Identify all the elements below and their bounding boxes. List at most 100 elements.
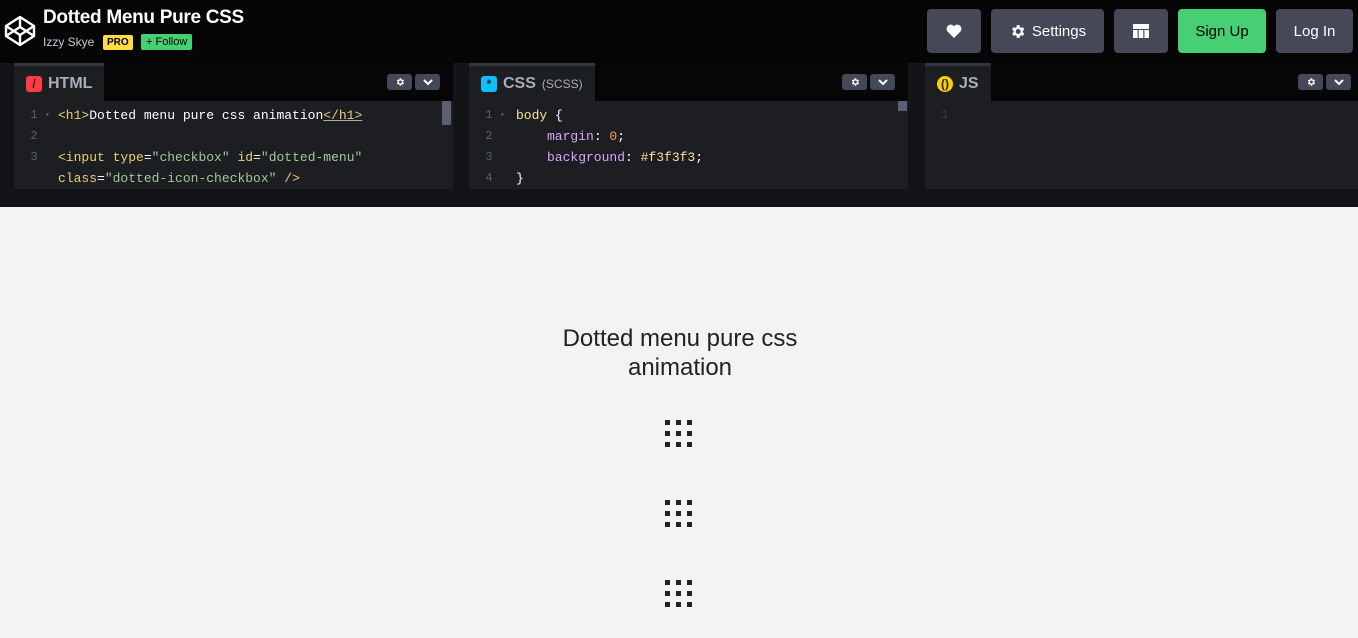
tab-html[interactable]: / HTML [14,63,105,101]
css-preprocessor-label: (SCSS) [541,76,583,91]
settings-gear-icon [851,78,859,86]
code-token: background [547,150,626,165]
top-header: Dotted Menu Pure CSS Izzy Skye PRO + Fol… [0,0,1358,63]
code-token: type [112,150,144,165]
html-editor-panel: / HTML 1 ▾ <h1>Dotted menu pure css anim… [14,63,453,189]
html-tab-label: HTML [48,74,93,92]
css-editor-panel: * CSS (SCSS) 1 ▾ body { 2 margin: 0; 3 b… [469,63,908,189]
chevron-down-icon [422,78,433,85]
chevron-down-icon [1333,78,1344,85]
change-view-button[interactable] [1114,9,1168,53]
code-line: <input type="checkbox" id="dotted-menu" [58,150,363,165]
fold-arrow-icon[interactable]: ▾ [500,105,505,126]
menu-dot [665,580,670,585]
like-button[interactable] [927,9,981,53]
menu-dot [687,522,692,527]
menu-dot [665,591,670,596]
code-token: class [58,171,98,186]
js-braces-icon: () [937,75,953,92]
settings-button[interactable]: Settings [991,9,1104,53]
html-scrollbar[interactable] [442,101,451,125]
menu-dot [687,431,692,436]
tab-js[interactable]: () JS [925,63,991,101]
js-collapse-button[interactable] [1326,74,1351,90]
settings-label: Settings [1031,22,1087,40]
css-settings-button[interactable] [842,74,867,90]
tab-css[interactable]: * CSS (SCSS) [469,63,595,101]
fold-arrow-icon[interactable]: ▾ [45,105,50,126]
code-token: id [237,150,254,165]
code-token: margin [547,129,594,144]
result-preview: Dotted menu pure css animation [0,207,1358,638]
layout-icon [1133,24,1149,38]
menu-dot [665,602,670,607]
menu-dot [665,500,670,505]
code-token: 0 [609,129,618,144]
dotted-menu-icon[interactable] [665,420,696,451]
code-token: "dotted-menu" [260,150,363,165]
css-collapse-button[interactable] [870,74,895,90]
code-line: margin: 0; [547,129,626,144]
menu-dot [676,500,681,505]
codepen-logo-icon[interactable] [4,15,36,47]
css-asterisk-icon: * [481,75,497,92]
line-number: 3 [30,150,38,164]
html-collapse-button[interactable] [415,74,440,90]
code-token: <input [58,150,113,165]
menu-dot [665,522,670,527]
gear-icon [1012,24,1025,38]
menu-dot [687,511,692,516]
menu-dot [687,580,692,585]
code-token: <h1> [58,108,90,123]
editor-area: / HTML 1 ▾ <h1>Dotted menu pure css anim… [0,63,1358,207]
follow-button[interactable]: + Follow [141,34,193,50]
code-token: { [547,108,563,123]
code-token: "checkbox" [151,150,230,165]
menu-dot [676,602,681,607]
line-number: 4 [485,171,493,185]
menu-dot [676,522,681,527]
pro-badge: PRO [103,35,133,50]
js-editor-panel: () JS 1 [925,63,1358,189]
menu-dot [687,591,692,596]
line-number: 2 [30,129,38,143]
menu-dot [676,431,681,436]
code-line: background: #f3f3f3; [547,150,704,165]
code-token: "dotted-icon-checkbox" [104,171,277,186]
menu-dot [676,420,681,425]
heart-icon [946,24,962,38]
line-number: 2 [485,129,493,143]
code-line: class="dotted-icon-checkbox" /> [58,171,300,186]
js-settings-button[interactable] [1298,74,1323,90]
line-number: 3 [485,150,493,164]
menu-dot [687,602,692,607]
code-token: body [516,108,548,123]
menu-dot [665,442,670,447]
menu-dot [676,591,681,596]
menu-dot [687,500,692,505]
settings-gear-icon [396,78,404,86]
code-token: /> [276,171,300,186]
menu-dot [687,420,692,425]
menu-dot [665,431,670,436]
pen-title[interactable]: Dotted Menu Pure CSS [43,7,244,29]
menu-dot [665,511,670,516]
dotted-menu-icon[interactable] [665,580,696,611]
code-token: </h1> [323,108,363,123]
menu-dot [676,511,681,516]
css-scrollbar[interactable] [898,101,907,111]
css-tab-label: CSS [503,74,536,92]
menu-dot [687,442,692,447]
author-name[interactable]: Izzy Skye [43,35,94,49]
log-in-button[interactable]: Log In [1276,9,1353,53]
follow-label: Follow [155,36,188,48]
html-settings-button[interactable] [387,74,412,90]
dotted-menu-icon[interactable] [665,500,696,531]
menu-dot [676,442,681,447]
menu-dot [665,420,670,425]
code-line: <h1>Dotted menu pure css animation</h1> [58,105,362,126]
sign-up-button[interactable]: Sign Up [1178,9,1266,53]
settings-gear-icon [1307,78,1315,86]
code-token: #f3f3f3 [640,150,696,165]
code-line: } [516,171,524,186]
